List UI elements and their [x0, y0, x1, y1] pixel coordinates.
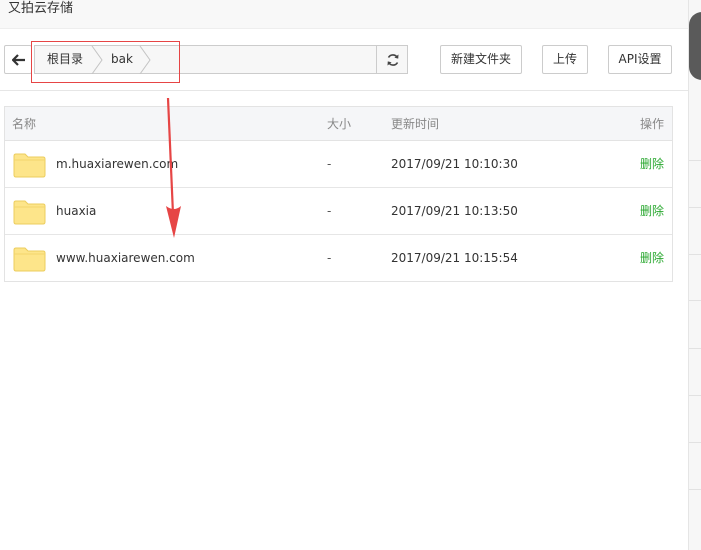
file-size: - — [327, 204, 332, 218]
column-header-action: 操作 — [640, 117, 665, 131]
background-window-edge — [688, 0, 701, 550]
file-modified: 2017/09/21 10:15:54 — [391, 251, 518, 265]
divider — [689, 160, 701, 161]
divider — [689, 348, 701, 349]
delete-link[interactable]: 删除 — [640, 188, 664, 235]
table-header: 名称 大小 更新时间 操作 — [5, 107, 672, 141]
file-size: - — [327, 251, 332, 265]
refresh-icon — [387, 54, 399, 66]
avatar — [689, 12, 701, 80]
table-row[interactable]: www.huaxiarewen.com - 2017/09/21 10:15:5… — [5, 235, 672, 282]
file-table: 名称 大小 更新时间 操作 m.huaxiarewen.com - 2017/0… — [4, 106, 673, 282]
divider — [689, 489, 701, 490]
folder-icon — [13, 247, 46, 272]
api-settings-button[interactable]: API设置 — [608, 45, 672, 74]
divider — [689, 254, 701, 255]
table-row[interactable]: huaxia - 2017/09/21 10:13:50 删除 — [5, 188, 672, 235]
column-header-modified[interactable]: 更新时间 — [391, 107, 439, 141]
folder-icon — [13, 153, 46, 178]
delete-link[interactable]: 删除 — [640, 235, 664, 282]
divider — [689, 300, 701, 301]
folder-icon — [13, 200, 46, 225]
file-modified: 2017/09/21 10:13:50 — [391, 204, 518, 218]
back-button[interactable] — [4, 45, 32, 74]
refresh-button[interactable] — [376, 45, 408, 74]
column-header-name[interactable]: 名称 — [12, 107, 36, 141]
file-size: - — [327, 157, 332, 171]
window-titlebar: 又拍云存储 — [0, 0, 688, 29]
divider — [689, 442, 701, 443]
new-folder-button[interactable]: 新建文件夹 — [440, 45, 522, 74]
annotation-arrow-icon — [166, 97, 181, 238]
annotation-highlight-box — [31, 41, 180, 83]
divider — [689, 395, 701, 396]
column-header-size[interactable]: 大小 — [327, 107, 351, 141]
divider — [689, 207, 701, 208]
delete-link[interactable]: 删除 — [640, 141, 664, 188]
file-modified: 2017/09/21 10:10:30 — [391, 157, 518, 171]
arrow-left-icon — [12, 54, 25, 66]
file-name[interactable]: huaxia — [56, 188, 96, 235]
table-row[interactable]: m.huaxiarewen.com - 2017/09/21 10:10:30 … — [5, 141, 672, 188]
window-title: 又拍云存储 — [8, 1, 74, 16]
upload-button[interactable]: 上传 — [542, 45, 588, 74]
